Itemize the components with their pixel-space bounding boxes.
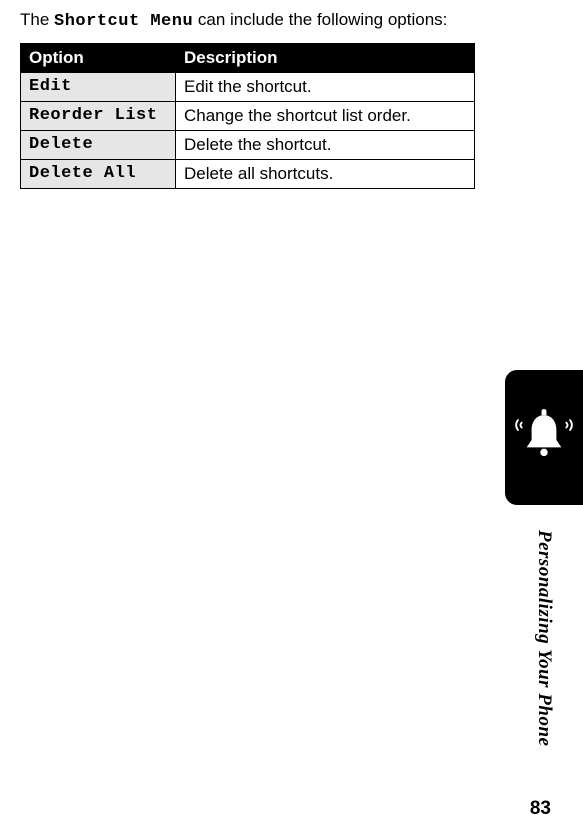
description-cell: Delete the shortcut. xyxy=(176,131,475,160)
intro-menu-name: Shortcut Menu xyxy=(54,12,193,31)
options-table: Option Description Edit Edit the shortcu… xyxy=(20,43,475,189)
table-row: Edit Edit the shortcut. xyxy=(21,73,475,102)
option-cell: Delete xyxy=(21,131,176,160)
option-cell: Edit xyxy=(21,73,176,102)
header-description: Description xyxy=(176,44,475,73)
side-tab xyxy=(505,370,583,505)
page-number: 83 xyxy=(530,798,551,820)
description-cell: Delete all shortcuts. xyxy=(176,160,475,189)
intro-prefix: The xyxy=(20,10,54,29)
section-title: Personalizing Your Phone xyxy=(533,530,555,746)
table-row: Reorder List Change the shortcut list or… xyxy=(21,102,475,131)
description-cell: Edit the shortcut. xyxy=(176,73,475,102)
option-cell: Reorder List xyxy=(21,102,176,131)
intro-suffix: can include the following options: xyxy=(193,10,447,29)
table-row: Delete All Delete all shortcuts. xyxy=(21,160,475,189)
intro-text: The Shortcut Menu can include the follow… xyxy=(20,10,563,31)
description-cell: Change the shortcut list order. xyxy=(176,102,475,131)
header-option: Option xyxy=(21,44,176,73)
option-cell: Delete All xyxy=(21,160,176,189)
table-row: Delete Delete the shortcut. xyxy=(21,131,475,160)
bell-vibrate-icon xyxy=(513,404,575,471)
